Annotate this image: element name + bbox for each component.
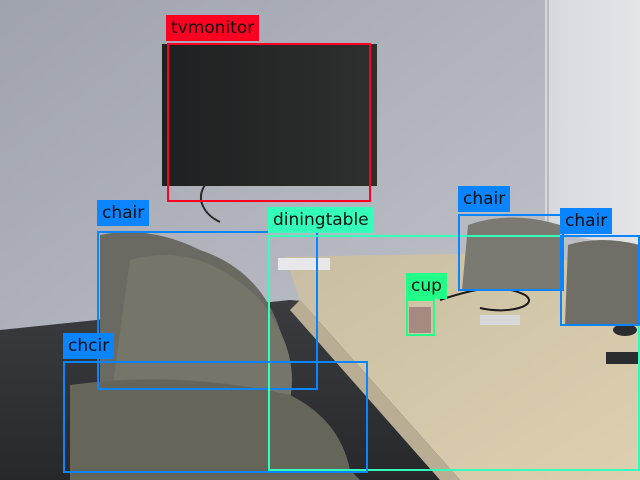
tvmonitor-detection-box (167, 43, 371, 202)
chair-detection-label: chair (97, 200, 150, 226)
tvmonitor-detection-label: tvmonitor (166, 15, 260, 41)
chcir-detection-label: chcir (63, 333, 115, 359)
annotated-photo: tvmonitor chair diningtable chair chair … (0, 0, 640, 480)
diningtable-detection-label: diningtable (268, 207, 374, 233)
chair-detection-box-3 (560, 235, 640, 326)
cup-detection-box (406, 299, 435, 336)
chair-detection-box-2 (458, 214, 564, 291)
cup-detection-label: cup (406, 273, 447, 299)
chair-detection-label-2: chair (458, 186, 511, 212)
chair-detection-label-3: chair (560, 208, 613, 234)
chcir-detection-box (63, 361, 368, 473)
